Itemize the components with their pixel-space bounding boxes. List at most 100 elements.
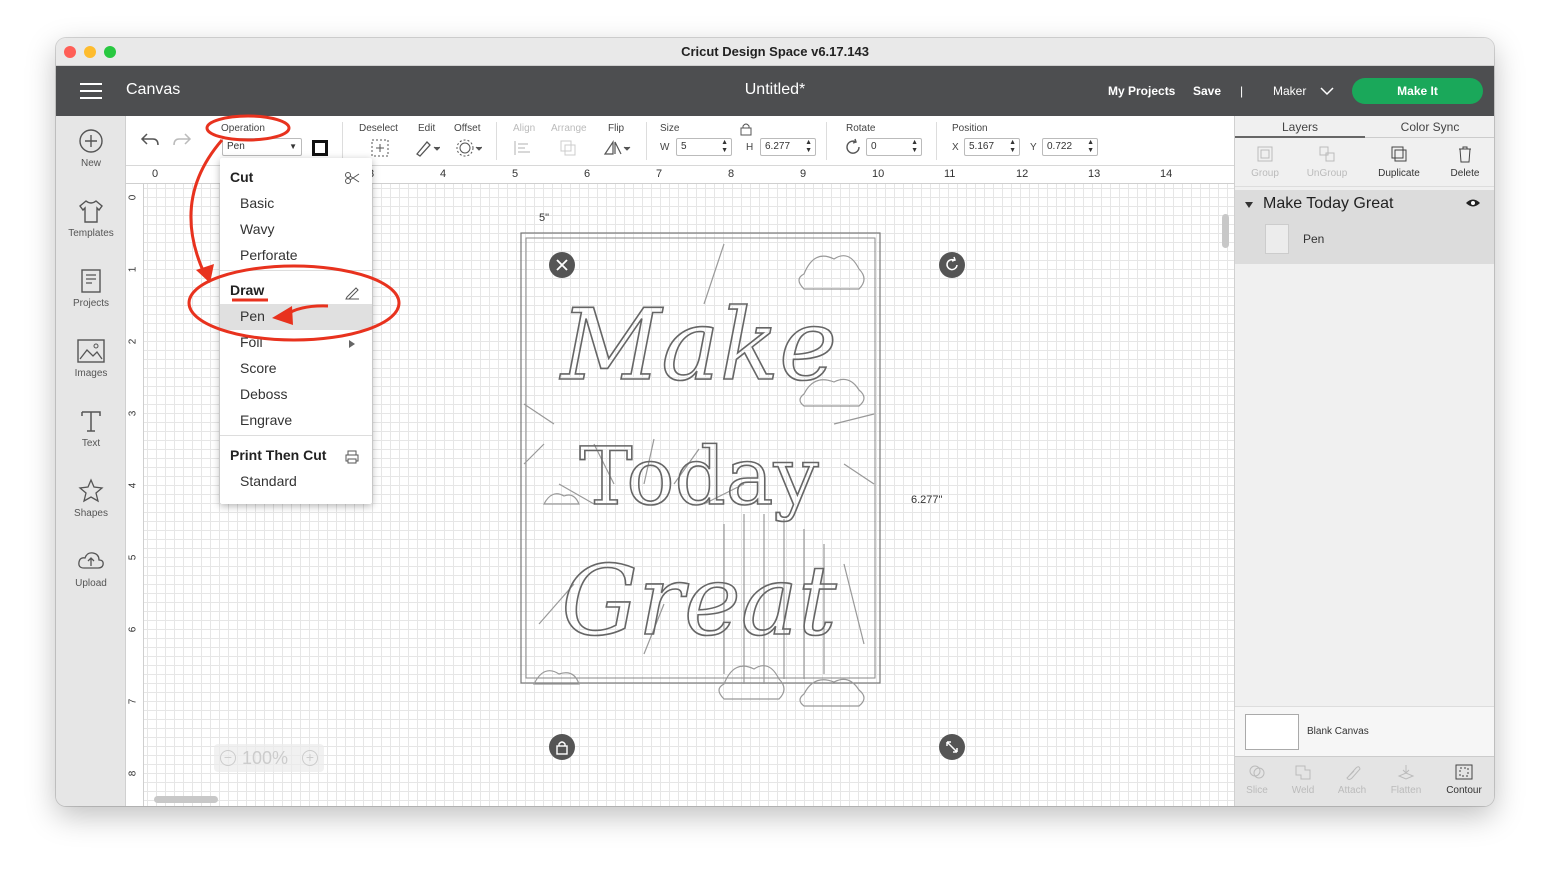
chevron-down-icon[interactable] — [1245, 202, 1253, 208]
ruler-tick-label: 4 — [440, 168, 447, 180]
ruler-tick-label: 2 — [127, 338, 139, 345]
ruler-tick-label: 8 — [728, 168, 735, 180]
nav-label: Shapes — [74, 508, 108, 519]
width-value: 5 — [681, 141, 687, 152]
y-field[interactable]: 0.722 ▲ ▼ — [1042, 138, 1098, 156]
menu-item-engrave[interactable]: Engrave — [240, 412, 292, 428]
menu-item-score[interactable]: Score — [240, 360, 277, 376]
nav-new[interactable]: New — [56, 128, 126, 169]
flatten-icon — [1397, 765, 1415, 780]
edit-label: Edit — [418, 123, 436, 134]
tab-layers[interactable]: Layers — [1235, 116, 1365, 138]
ruler-tick-label: 7 — [656, 168, 663, 180]
action-label: Duplicate — [1378, 168, 1420, 179]
lock-icon[interactable] — [739, 122, 753, 136]
menu-item-basic[interactable]: Basic — [240, 195, 274, 211]
horizontal-scrollbar[interactable] — [154, 796, 218, 803]
vertical-scrollbar[interactable] — [1222, 214, 1229, 248]
menu-header-cut: Cut — [230, 169, 254, 185]
nav-label: Projects — [72, 298, 110, 309]
nav-upload[interactable]: Upload — [56, 548, 126, 589]
slice-icon — [1249, 765, 1265, 779]
eye-icon[interactable] — [1465, 198, 1481, 208]
flatten-button: Flatten — [1376, 763, 1436, 796]
position-label: Position — [952, 123, 988, 134]
canvas-row[interactable]: Blank Canvas — [1235, 706, 1494, 756]
menu-item-deboss[interactable]: Deboss — [240, 386, 287, 402]
stepper-icon[interactable]: ▲ ▼ — [721, 139, 728, 155]
offset-label: Offset — [454, 123, 481, 134]
duplicate-button[interactable]: Duplicate — [1369, 144, 1429, 179]
flip-label: Flip — [608, 123, 625, 134]
my-projects-link[interactable]: My Projects — [1108, 84, 1175, 98]
edit-tools-icon[interactable] — [414, 138, 440, 158]
action-label: Contour — [1446, 785, 1482, 796]
width-field[interactable]: 5 ▲ ▼ — [676, 138, 732, 156]
pen-color-swatch[interactable] — [312, 140, 328, 156]
make-text: Make — [559, 289, 837, 403]
ruler-tick-label: 5 — [512, 168, 519, 180]
plus-circle-icon — [79, 129, 103, 153]
menu-item-foil[interactable]: Foil — [240, 334, 263, 350]
offset-icon[interactable] — [456, 138, 482, 158]
resize-handle[interactable] — [939, 734, 965, 760]
nav-shapes[interactable]: Shapes — [56, 478, 126, 519]
ruler-tick-label: 12 — [1016, 168, 1029, 180]
height-field[interactable]: 6.277 ▲ ▼ — [760, 138, 816, 156]
app-window: Cricut Design Space v6.17.143 Canvas Unt… — [56, 38, 1494, 806]
y-value: 0.722 — [1047, 141, 1073, 152]
menu-item-label: Pen — [240, 308, 265, 324]
save-link[interactable]: Save — [1193, 84, 1221, 98]
dropdown-arrow-icon: ▼ — [289, 142, 297, 151]
rotate-icon — [946, 256, 958, 271]
menu-item-standard[interactable]: Standard — [240, 473, 297, 489]
tab-color-sync[interactable]: Color Sync — [1365, 116, 1494, 138]
operation-value: Pen — [227, 141, 245, 152]
rotate-field[interactable]: 0 ▲ ▼ — [866, 138, 922, 156]
x-field[interactable]: 5.167 ▲ ▼ — [964, 138, 1020, 156]
nav-text[interactable]: Text — [56, 408, 126, 449]
machine-select[interactable]: Maker — [1273, 84, 1306, 98]
layer-group-row[interactable]: Make Today Great Pen — [1235, 190, 1494, 264]
lock-handle[interactable] — [549, 734, 575, 760]
align-label: Align — [513, 123, 536, 134]
flip-icon[interactable] — [602, 138, 632, 158]
tshirt-icon — [79, 200, 103, 223]
deselect-icon[interactable] — [370, 138, 390, 158]
rotate-handle[interactable] — [939, 252, 965, 278]
zoom-out-button[interactable]: − — [220, 750, 236, 766]
delete-handle[interactable] — [549, 252, 575, 278]
stepper-icon[interactable]: ▲ ▼ — [1009, 139, 1016, 155]
toolbar-divider — [826, 122, 827, 160]
contour-button[interactable]: Contour — [1434, 763, 1494, 796]
nav-projects[interactable]: Projects — [56, 268, 126, 309]
stepper-icon[interactable]: ▲ ▼ — [1087, 139, 1094, 155]
y-label: Y — [1030, 142, 1037, 153]
menu-divider — [220, 270, 372, 271]
chevron-down-icon[interactable] — [1320, 86, 1334, 96]
duplicate-icon — [1391, 146, 1407, 162]
menu-header-print-then-cut: Print Then Cut — [230, 447, 327, 463]
redo-icon[interactable] — [172, 130, 192, 148]
vertical-ruler: 0 1 2 3 4 5 6 7 8 — [126, 184, 144, 806]
header-separator: | — [1240, 84, 1244, 98]
stepper-icon[interactable]: ▲ ▼ — [911, 139, 918, 155]
delete-button[interactable]: Delete — [1435, 144, 1494, 179]
nav-label: Text — [81, 438, 101, 449]
x-value: 5.167 — [969, 141, 995, 152]
operation-select[interactable]: Pen ▼ — [222, 138, 302, 156]
action-label: Slice — [1246, 785, 1268, 796]
undo-icon[interactable] — [140, 130, 160, 148]
menu-item-pen[interactable]: Pen — [220, 304, 372, 330]
nav-images[interactable]: Images — [56, 338, 126, 379]
stepper-icon[interactable]: ▲ ▼ — [805, 139, 812, 155]
zoom-control: − 100% + — [214, 744, 324, 772]
rotate-icon — [846, 138, 860, 154]
make-it-button[interactable]: Make It — [1352, 78, 1483, 104]
nav-templates[interactable]: Templates — [56, 198, 126, 239]
lock-icon — [556, 741, 568, 755]
arrange-icon — [560, 140, 576, 156]
menu-item-wavy[interactable]: Wavy — [240, 221, 274, 237]
menu-item-perforate[interactable]: Perforate — [240, 247, 298, 263]
zoom-in-button[interactable]: + — [302, 750, 318, 766]
